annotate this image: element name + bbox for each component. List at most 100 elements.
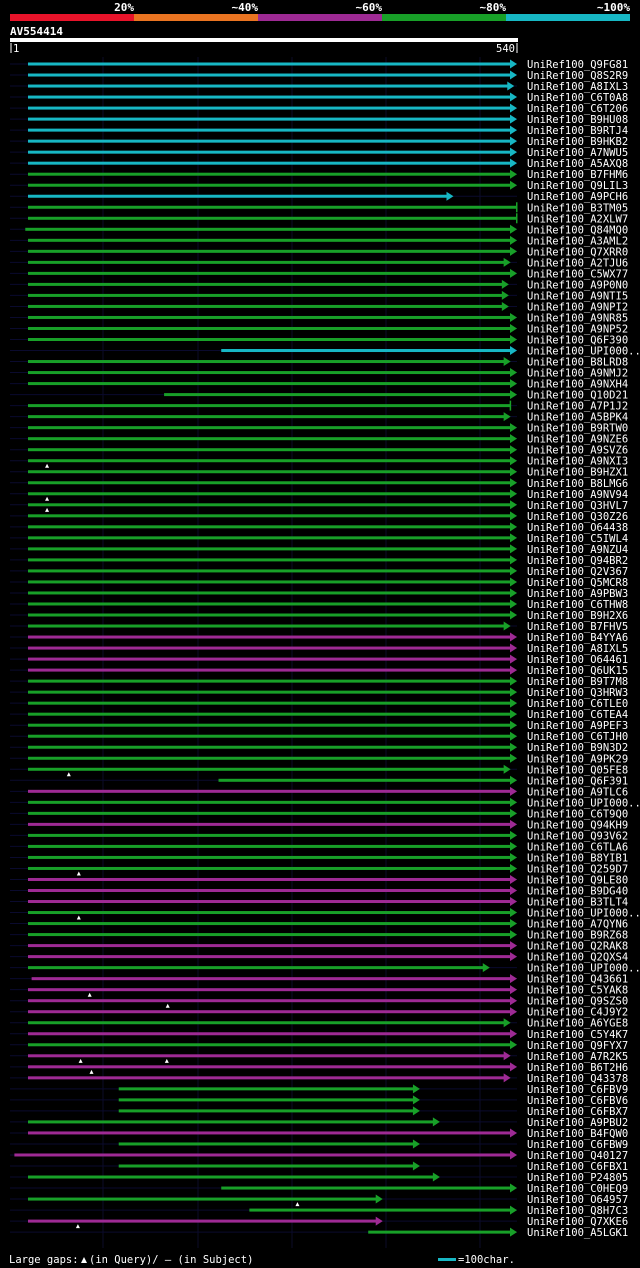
- hit-arrow: [510, 478, 517, 488]
- hit-arrow: [510, 158, 517, 168]
- hit-bar: [28, 525, 511, 529]
- hit-arrow: [510, 1150, 517, 1160]
- hit-arrow: [412, 1084, 420, 1094]
- hit-arrow: [510, 235, 517, 245]
- hit-bar: [28, 84, 509, 88]
- hit-arrow: [510, 676, 517, 686]
- legend: 20% ~40% ~60% ~80% ~100%: [10, 1, 630, 21]
- hit-arrow: [501, 290, 509, 300]
- hit-bar: [28, 437, 511, 441]
- query-gap-marker: [76, 915, 81, 920]
- hit-bar: [28, 844, 511, 848]
- hit-bar: [118, 1164, 414, 1168]
- hit-arrow: [510, 544, 517, 554]
- hit-bar: [28, 73, 511, 77]
- legend-20-label: 20%: [114, 1, 134, 14]
- query-gap-marker: [45, 496, 50, 501]
- hit-bar: [218, 778, 512, 782]
- hit-arrow: [510, 742, 517, 752]
- hit-arrow: [510, 698, 517, 708]
- hit-bar: [28, 944, 511, 948]
- hit-bar: [28, 338, 511, 341]
- hit-bar: [28, 668, 511, 672]
- hit-bar: [28, 558, 511, 562]
- hit-arrow: [510, 808, 517, 818]
- hit-bar: [28, 426, 511, 430]
- hit-arrow: [510, 599, 517, 609]
- hit-arrow: [510, 819, 517, 829]
- hit-bar: [28, 569, 511, 573]
- hit-bar: [28, 382, 511, 386]
- hit-bar: [28, 911, 511, 915]
- hit-arrow: [503, 257, 511, 267]
- hit-arrow: [510, 114, 517, 124]
- hit-arrow: [510, 830, 517, 840]
- hit-arrow: [510, 533, 517, 543]
- svg-text:(in Query)/ — (in: (in Query)/ — (in Subject): [89, 1254, 253, 1266]
- hit-bar: [164, 393, 512, 397]
- hit-arrow: [510, 643, 517, 653]
- hit-arrow: [510, 511, 517, 521]
- query-gap-marker: [165, 1003, 170, 1008]
- hit-bar: [28, 238, 511, 242]
- hit-arrow: [432, 1172, 440, 1182]
- hit-bar: [28, 106, 511, 110]
- hit-arrow: [503, 1073, 511, 1083]
- query-start-label: 1: [13, 43, 19, 55]
- hit-arrow: [510, 180, 517, 190]
- hit-bar: [28, 866, 511, 870]
- hit-arrow: [510, 610, 517, 620]
- hit-arrow: [503, 412, 511, 422]
- hit-bar: [28, 448, 511, 452]
- hit-bar: [28, 470, 511, 474]
- hit-bar: [28, 249, 511, 253]
- hit-bar: [28, 1219, 377, 1223]
- hits: UniRef100_Q9FG81UniRef100_Q8S2R9UniRef10…: [10, 59, 640, 1239]
- hit-arrow: [510, 731, 517, 741]
- hit-bar: [28, 481, 511, 485]
- hit-arrow: [510, 136, 517, 146]
- hit-arrow: [446, 191, 454, 201]
- footer: Large gaps: (in Query)/ — (in Subject) =…: [9, 1254, 515, 1266]
- hit-bar: [28, 183, 511, 187]
- hit-arrow: [510, 346, 517, 356]
- query-gap-marker: [87, 992, 92, 997]
- hit-end-cap: [516, 213, 518, 224]
- hit-bar: [28, 712, 511, 716]
- hit-arrow: [510, 125, 517, 135]
- hit-bar: [28, 161, 511, 165]
- query-gap-legend-icon: [81, 1257, 87, 1263]
- hit-arrow: [510, 1128, 517, 1138]
- hit-arrow: [510, 456, 517, 466]
- hit-bar: [28, 1065, 511, 1069]
- hit-arrow: [503, 1051, 511, 1061]
- query-name: AV554414: [10, 25, 63, 38]
- hit-end-cap: [516, 202, 518, 213]
- hit-arrow: [501, 279, 509, 289]
- hit-arrow: [507, 81, 515, 91]
- hit-arrow: [510, 1205, 517, 1215]
- hit-arrow: [412, 1161, 420, 1171]
- hit-arrow: [510, 489, 517, 499]
- hit-arrow: [510, 368, 517, 378]
- legend-color-segment: [10, 14, 134, 21]
- hit-bar: [28, 756, 511, 760]
- query-bar: [10, 38, 518, 42]
- hit-bar: [28, 889, 511, 892]
- query-gap-marker: [66, 772, 71, 777]
- hit-bar: [28, 602, 511, 606]
- hit-bar: [28, 723, 511, 727]
- hit-bar: [28, 128, 511, 132]
- hit-bar: [28, 172, 511, 176]
- hit-arrow: [510, 323, 517, 333]
- hit-label[interactable]: UniRef100_A5LGK1: [527, 1227, 628, 1239]
- hit-arrow: [510, 897, 517, 907]
- hit-bar: [28, 900, 511, 904]
- hit-arrow: [503, 621, 511, 631]
- hit-arrow: [510, 974, 517, 984]
- hit-arrow: [510, 720, 517, 730]
- hit-bar: [28, 1120, 434, 1124]
- hit-arrow: [510, 1040, 517, 1050]
- hit-bar: [28, 811, 511, 815]
- legend-80-label: ~80%: [480, 1, 507, 14]
